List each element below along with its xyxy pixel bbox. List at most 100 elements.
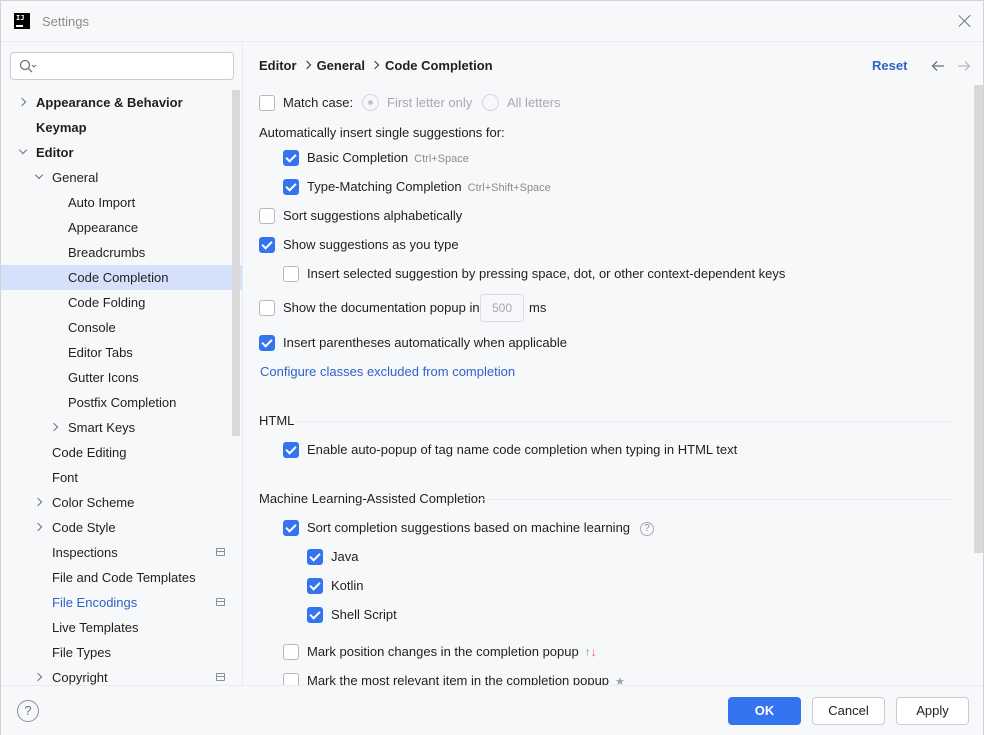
help-icon[interactable]: ? — [640, 521, 655, 536]
help-button[interactable]: ? — [17, 700, 39, 722]
breadcrumb-general[interactable]: General — [317, 58, 365, 73]
ml-sort-row: Sort completion suggestions based on mac… — [283, 518, 663, 538]
html-autopopup-row: Enable auto-popup of tag name code compl… — [283, 440, 763, 460]
project-scope-icon — [216, 548, 225, 556]
sidebar-item-file-code-templates[interactable]: File and Code Templates — [1, 565, 242, 590]
sidebar-item-inspections[interactable]: Inspections — [1, 540, 242, 565]
sidebar-item-console[interactable]: Console — [1, 315, 242, 340]
title-bar: IJ Settings — [1, 1, 983, 42]
arrow-left-icon[interactable] — [931, 59, 945, 73]
doc-popup-delay-input[interactable]: 500 — [480, 294, 524, 322]
insert-parens-label: Insert parentheses automatically when ap… — [283, 335, 568, 350]
sidebar-item-file-encodings[interactable]: File Encodings — [1, 590, 242, 615]
sidebar-item-code-completion[interactable]: Code Completion — [1, 265, 242, 290]
content-scrollbar[interactable] — [974, 85, 983, 553]
chevron-right-icon[interactable] — [19, 98, 27, 106]
sidebar-item-smart-keys[interactable]: Smart Keys — [1, 415, 242, 440]
chevron-right-icon — [365, 58, 385, 73]
sort-alpha-label: Sort suggestions alphabetically — [283, 208, 463, 223]
ok-button[interactable]: OK — [728, 697, 801, 725]
type-matching-row: Type-Matching Completion Ctrl+Shift+Space — [283, 177, 643, 197]
sidebar-item-keymap[interactable]: Keymap — [1, 115, 242, 140]
arrow-right-icon[interactable] — [957, 59, 971, 73]
configure-excluded-link[interactable]: Configure classes excluded from completi… — [260, 362, 515, 382]
mark-position-row: Mark position changes in the completion … — [283, 642, 663, 662]
insert-selected-row: Insert selected suggestion by pressing s… — [283, 264, 843, 284]
sidebar-item-gutter-icons[interactable]: Gutter Icons — [1, 365, 242, 390]
ml-java-label: Java — [331, 549, 359, 564]
insert-parens-checkbox[interactable] — [259, 335, 275, 351]
doc-popup-checkbox[interactable] — [259, 300, 275, 316]
type-matching-checkbox[interactable] — [283, 179, 299, 195]
show-as-type-row: Show suggestions as you type — [259, 235, 559, 255]
cancel-button[interactable]: Cancel — [812, 697, 885, 725]
ml-sort-label: Sort completion suggestions based on mac… — [307, 520, 631, 535]
sidebar-item-appearance[interactable]: Appearance — [1, 215, 242, 240]
chevron-down-icon[interactable] — [19, 148, 27, 156]
chevron-right-icon[interactable] — [51, 423, 59, 431]
intellij-logo-icon: IJ — [14, 13, 30, 29]
sort-alpha-checkbox[interactable] — [259, 208, 275, 224]
sidebar-item-live-templates[interactable]: Live Templates — [1, 615, 242, 640]
html-autopopup-checkbox[interactable] — [283, 442, 299, 458]
sidebar-item-code-style[interactable]: Code Style — [1, 515, 242, 540]
type-matching-shortcut: Ctrl+Shift+Space — [467, 182, 551, 194]
insert-selected-checkbox[interactable] — [283, 266, 299, 282]
settings-sidebar: Appearance & Behavior Keymap Editor Gene… — [1, 42, 242, 685]
sidebar-item-code-editing[interactable]: Code Editing — [1, 440, 242, 465]
all-letters-radio[interactable] — [482, 94, 499, 111]
breadcrumb: Editor General Code Completion — [259, 58, 493, 73]
basic-completion-checkbox[interactable] — [283, 150, 299, 166]
mark-position-checkbox[interactable] — [283, 644, 299, 660]
basic-completion-row: Basic Completion Ctrl+Space — [283, 148, 583, 168]
section-divider — [479, 499, 953, 500]
breadcrumb-code-completion: Code Completion — [384, 58, 493, 73]
ml-kotlin-label: Kotlin — [331, 578, 364, 593]
sidebar-item-general[interactable]: General — [1, 165, 242, 190]
dialog-footer: ? OK Cancel Apply — [1, 685, 983, 735]
ml-sort-checkbox[interactable] — [283, 520, 299, 536]
first-letter-radio[interactable] — [362, 94, 379, 111]
sidebar-item-file-types[interactable]: File Types — [1, 640, 242, 665]
search-input[interactable] — [10, 52, 234, 80]
star-icon: ★ — [615, 676, 625, 685]
ml-kotlin-checkbox[interactable] — [307, 578, 323, 594]
mark-relevant-label: Mark the most relevant item in the compl… — [307, 673, 610, 685]
sidebar-item-editor[interactable]: Editor — [1, 140, 242, 165]
ml-shell-row: Shell Script — [307, 605, 447, 625]
match-case-row: Match case: First letter only All letter… — [259, 93, 579, 113]
auto-insert-heading: Automatically insert single suggestions … — [259, 125, 505, 140]
sidebar-item-breadcrumbs[interactable]: Breadcrumbs — [1, 240, 242, 265]
sidebar-item-postfix-completion[interactable]: Postfix Completion — [1, 390, 242, 415]
html-section-title: HTML — [259, 413, 295, 428]
sidebar-item-appearance-behavior[interactable]: Appearance & Behavior — [1, 90, 242, 115]
chevron-right-icon[interactable] — [35, 498, 43, 506]
ml-shell-checkbox[interactable] — [307, 607, 323, 623]
sidebar-item-editor-tabs[interactable]: Editor Tabs — [1, 340, 242, 365]
match-case-checkbox[interactable] — [259, 95, 275, 111]
project-scope-icon — [216, 673, 225, 681]
close-icon[interactable] — [957, 13, 973, 29]
chevron-right-icon[interactable] — [35, 673, 43, 681]
chevron-down-icon[interactable] — [35, 173, 43, 181]
show-as-type-checkbox[interactable] — [259, 237, 275, 253]
ml-section-title: Machine Learning-Assisted Completion — [259, 491, 486, 506]
position-change-arrows-icon: ↑↓ — [584, 645, 597, 659]
sidebar-item-font[interactable]: Font — [1, 465, 242, 490]
insert-parens-row: Insert parentheses automatically when ap… — [259, 333, 619, 353]
sidebar-item-color-scheme[interactable]: Color Scheme — [1, 490, 242, 515]
apply-button[interactable]: Apply — [896, 697, 969, 725]
sidebar-item-copyright[interactable]: Copyright — [1, 665, 242, 685]
chevron-right-icon — [297, 58, 317, 73]
breadcrumb-editor[interactable]: Editor — [259, 58, 297, 73]
doc-popup-unit: ms — [529, 300, 547, 315]
section-divider — [295, 421, 953, 422]
sidebar-item-auto-import[interactable]: Auto Import — [1, 190, 242, 215]
chevron-right-icon[interactable] — [35, 523, 43, 531]
mark-relevant-checkbox[interactable] — [283, 673, 299, 685]
ml-java-checkbox[interactable] — [307, 549, 323, 565]
sidebar-scrollbar[interactable] — [232, 90, 240, 436]
sidebar-item-code-folding[interactable]: Code Folding — [1, 290, 242, 315]
settings-tree: Appearance & Behavior Keymap Editor Gene… — [1, 90, 242, 685]
reset-button[interactable]: Reset — [872, 58, 907, 73]
